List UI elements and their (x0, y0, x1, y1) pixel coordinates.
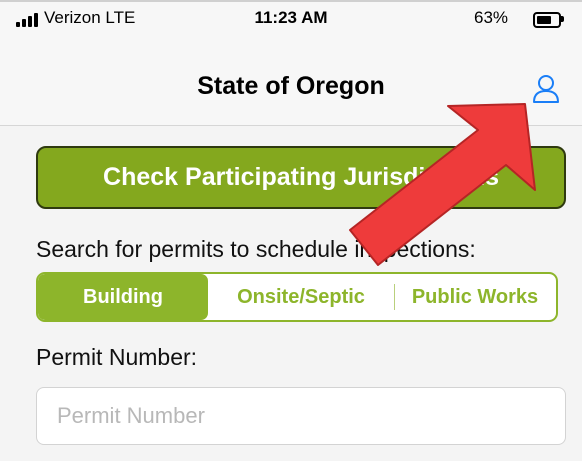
battery-icon (533, 12, 561, 28)
battery-percentage: 63% (474, 8, 509, 27)
check-jurisdictions-button[interactable]: Check Participating Jurisdictions (36, 146, 566, 209)
permit-number-label: Permit Number: (36, 344, 198, 370)
battery-tip (561, 16, 564, 22)
segment-public-works[interactable]: Public Works (394, 274, 556, 320)
permit-type-segmented-control: Building Onsite/Septic Public Works (36, 272, 558, 322)
status-bar: Verizon LTE 11:23 AM 63% (0, 0, 582, 34)
permit-number-input[interactable] (36, 387, 566, 445)
main-content: Check Participating Jurisdictions Search… (0, 126, 582, 461)
segment-onsite-septic[interactable]: Onsite/Septic (208, 274, 394, 320)
page-title: State of Oregon (197, 72, 385, 100)
person-outline-icon[interactable] (532, 74, 560, 104)
segment-building[interactable]: Building (38, 274, 208, 320)
navigation-bar: State of Oregon (0, 34, 582, 126)
search-prompt: Search for permits to schedule inspectio… (36, 236, 476, 262)
